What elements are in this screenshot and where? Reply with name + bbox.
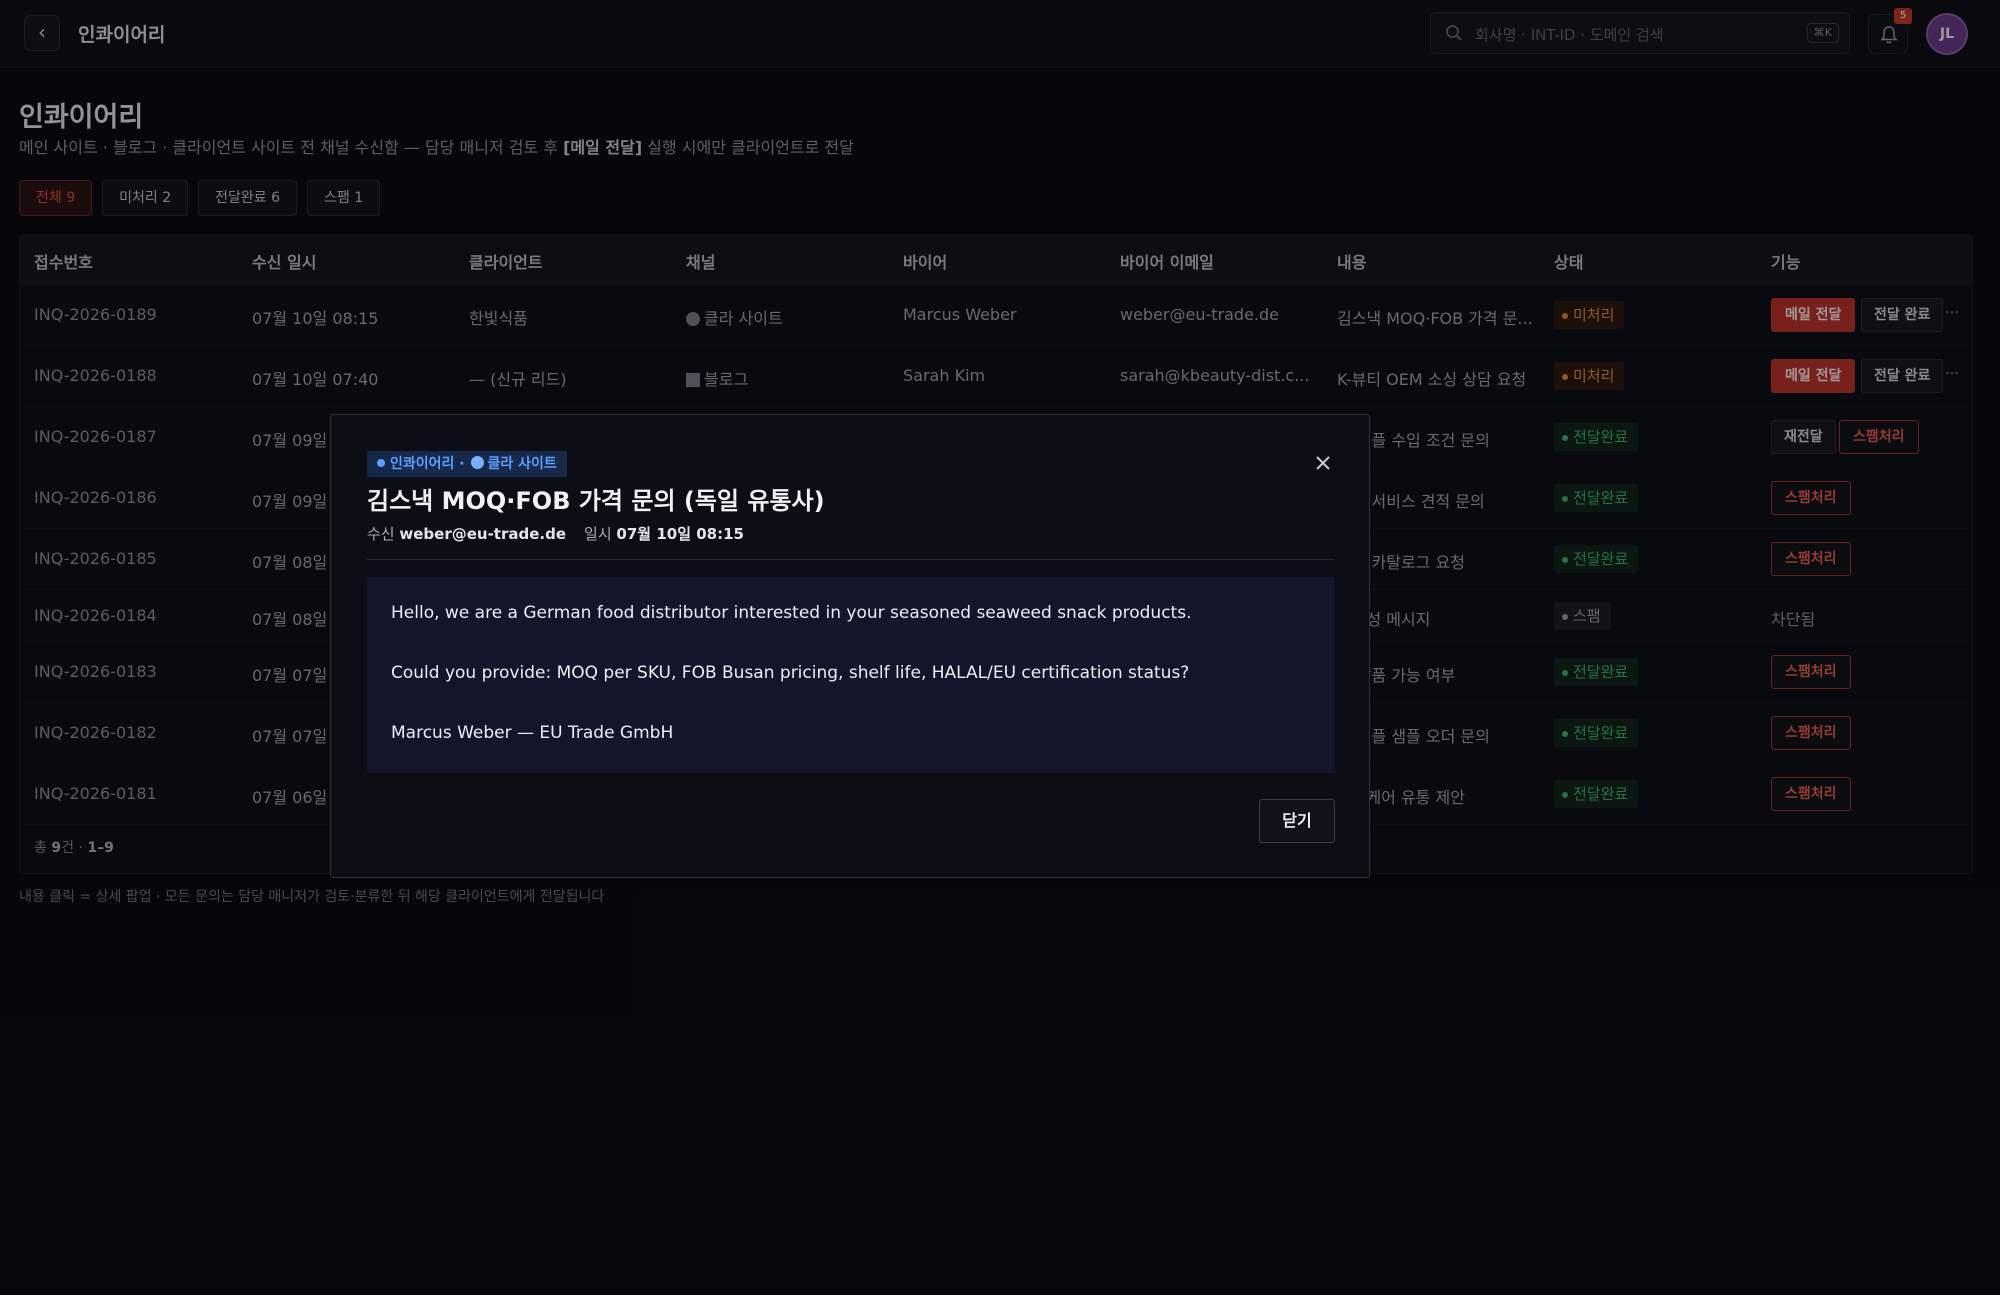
close-button[interactable]: 닫기 <box>1259 799 1335 843</box>
message-body: Hello, we are a German food distributor … <box>367 577 1335 773</box>
modal-title: 김스낵 MOQ·FOB 가격 문의 (독일 유통사) <box>367 487 825 515</box>
modal-meta: 수신 weber@eu-trade.de 일시 07월 10일 08:15 <box>367 525 744 543</box>
inquiry-detail-modal: 인콰이어리 · 클라 사이트 김스낵 MOQ·FOB 가격 문의 (독일 유통사… <box>330 414 1370 878</box>
sender-email: weber@eu-trade.de <box>399 525 567 543</box>
message-signature: Marcus Weber — EU Trade GmbH <box>391 723 674 743</box>
received-datetime: 07월 10일 08:15 <box>616 525 744 543</box>
source-tag: 인콰이어리 · 클라 사이트 <box>367 451 567 477</box>
message-line: Could you provide: MOQ per SKU, FOB Busa… <box>391 663 1190 683</box>
divider <box>367 559 1335 560</box>
message-line: Hello, we are a German food distributor … <box>391 603 1192 623</box>
globe-icon <box>471 456 485 469</box>
close-icon[interactable] <box>1311 451 1335 475</box>
